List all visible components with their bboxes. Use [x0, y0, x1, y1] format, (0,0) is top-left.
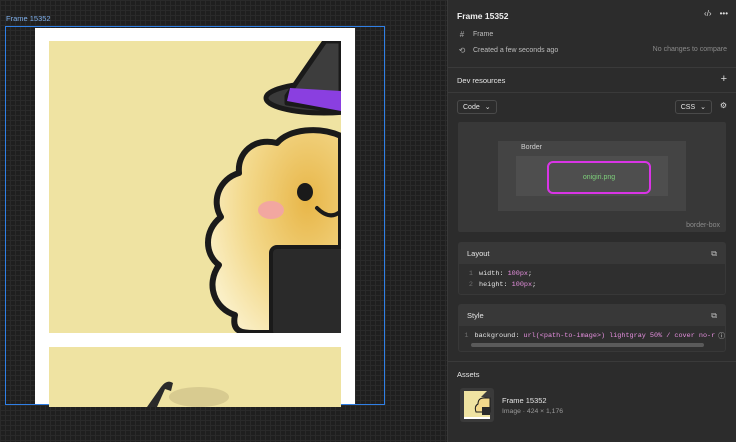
code-value: 100px	[507, 269, 528, 278]
box-model-padding: onigiri.png	[516, 156, 668, 196]
language-select[interactable]: CSS ⌄	[674, 100, 712, 114]
dev-resources-title: Dev resources	[457, 76, 506, 85]
line-number: 2	[468, 280, 473, 289]
settings-sliders-icon[interactable]: ⚙	[720, 101, 727, 110]
meta-type-label: Frame	[473, 31, 494, 38]
divider	[448, 92, 736, 93]
meta-type-row: # Frame	[457, 30, 493, 39]
divider	[448, 361, 736, 362]
assets-title: Assets	[457, 370, 480, 379]
code-line: 1 width: 100px;	[459, 268, 725, 279]
design-canvas[interactable]: Frame 15352	[0, 0, 447, 442]
layout-code-card: Layout ⧉ 1 width: 100px; 2 height: 100px…	[458, 242, 726, 295]
onigiri-illustration	[205, 41, 341, 333]
layout-code[interactable]: 1 width: 100px; 2 height: 100px;	[459, 264, 725, 294]
inspect-panel: Frame 15352 ‹/› ••• # Frame ⟲ Created a …	[447, 0, 736, 442]
asset-meta: Image · 424 × 1,176	[502, 408, 564, 415]
asset-name[interactable]: Frame 15352	[502, 396, 547, 405]
box-model-content: onigiri.png	[547, 161, 651, 194]
meta-created-row: ⟲ Created a few seconds ago	[457, 46, 559, 55]
code-prop: width	[479, 269, 500, 278]
asset-thumbnail[interactable]	[460, 388, 494, 422]
box-model: - - - - - - - - Border onigiri.png borde…	[458, 122, 726, 232]
header-actions: ‹/› •••	[704, 9, 728, 18]
code-line: 1 background: url(<path-to-image>) light…	[459, 330, 725, 342]
no-changes-label: No changes to compare	[652, 46, 727, 53]
onigiri-image-bottom[interactable]	[49, 347, 341, 407]
hat-tip-illustration	[147, 381, 229, 407]
line-number: 1	[468, 269, 473, 278]
plus-icon[interactable]: +	[721, 73, 727, 85]
frame-label[interactable]: Frame 15352	[6, 14, 51, 23]
style-code-card: Style ⧉ 1 background: url(<path-to-image…	[458, 304, 726, 352]
code-prop: background	[474, 331, 516, 340]
chevron-down-icon: ⌄	[700, 104, 706, 111]
more-options-icon[interactable]: •••	[720, 9, 728, 18]
language-value: CSS	[680, 103, 696, 111]
style-code[interactable]: 1 background: url(<path-to-image>) light…	[459, 326, 725, 342]
code-prop: height	[479, 280, 504, 289]
asset-thumbnail-image	[464, 391, 491, 419]
copy-icon[interactable]: ⧉	[711, 311, 717, 321]
code-view-icon[interactable]: ‹/›	[704, 9, 712, 18]
meta-created-label: Created a few seconds ago	[473, 47, 559, 54]
code-value: url(<path-to-image>) lightgray 50% / cov…	[523, 331, 716, 340]
code-mode-value: Code	[463, 103, 480, 111]
panel-title: Frame 15352	[457, 11, 509, 21]
onigiri-image-top[interactable]	[49, 41, 341, 333]
copy-icon[interactable]: ⧉	[711, 249, 717, 259]
border-label: Border	[521, 144, 543, 151]
box-sizing-label: border-box	[686, 222, 720, 229]
style-title: Style	[467, 311, 484, 320]
frame-hash-icon: #	[459, 30, 465, 39]
code-mode-select[interactable]: Code ⌄	[457, 100, 497, 114]
code-value: 100px	[511, 280, 533, 289]
history-icon: ⟲	[458, 46, 466, 55]
layout-title: Layout	[467, 249, 490, 258]
chevron-down-icon: ⌄	[484, 104, 491, 111]
divider	[448, 67, 736, 68]
info-icon[interactable]: ⓘ	[718, 330, 725, 341]
code-line: 2 height: 100px;	[459, 279, 725, 290]
box-model-border: Border onigiri.png	[498, 141, 686, 211]
style-header: Style ⧉	[459, 305, 725, 326]
line-number: 1	[464, 331, 469, 340]
horizontal-scrollbar[interactable]	[471, 343, 704, 347]
layout-header: Layout ⧉	[459, 243, 725, 264]
